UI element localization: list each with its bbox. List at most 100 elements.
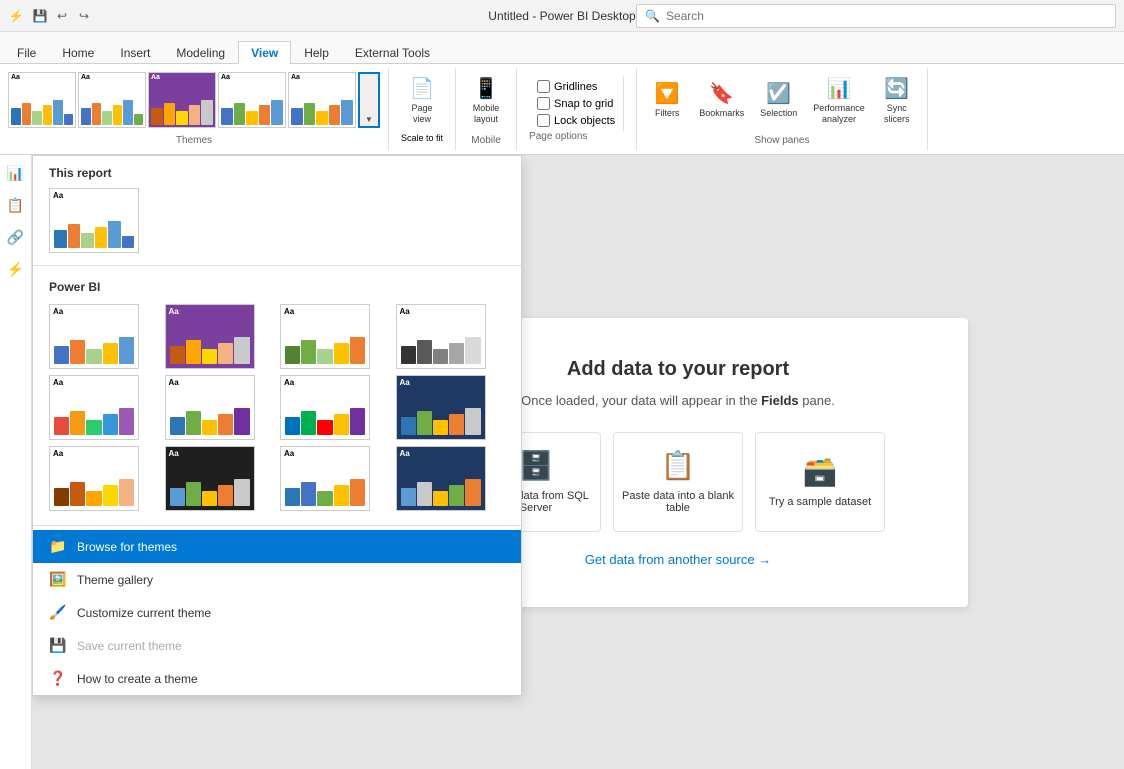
pbi-theme-9[interactable]: Aa <box>49 446 139 511</box>
search-bar[interactable]: 🔍 <box>636 4 1116 28</box>
performance-analyzer-icon: 📊 <box>827 76 852 101</box>
title-bar-left: ⚡ 💾 ↩ ↪ <box>8 8 92 24</box>
gridlines-checkbox[interactable]: Gridlines <box>537 80 615 93</box>
save-theme-label: Save current theme <box>77 639 182 653</box>
pbi-theme-6[interactable]: Aa <box>165 375 255 440</box>
pbi-theme-5[interactable]: Aa <box>49 375 139 440</box>
browse-themes-item[interactable]: 📁 Browse for themes <box>33 530 521 563</box>
theme-thumb-2[interactable]: Aa <box>78 72 146 128</box>
page-view-group: 📄 Pageview Scale to fit <box>389 68 456 150</box>
bookmarks-icon: 🔖 <box>709 81 734 106</box>
blank-table-icon: 📋 <box>661 449 696 482</box>
lock-objects-input[interactable] <box>537 114 550 127</box>
pbi-theme-11[interactable]: Aa <box>280 446 370 511</box>
themes-group-label: Themes <box>176 135 212 146</box>
snap-to-grid-checkbox[interactable]: Snap to grid <box>537 97 615 110</box>
tab-modeling[interactable]: Modeling <box>163 41 238 64</box>
sample-dataset-card[interactable]: 🗃️ Try a sample dataset <box>755 432 885 532</box>
show-panes-group: 🔽 Filters 🔖 Bookmarks ☑️ Selection 📊 Per… <box>637 68 928 150</box>
browse-themes-label: Browse for themes <box>77 540 177 554</box>
ribbon: File Home Insert Modeling View Help Exte… <box>0 32 1124 155</box>
window-title: Untitled - Power BI Desktop <box>488 9 635 23</box>
theme-thumb-5[interactable]: Aa <box>288 72 356 128</box>
sample-dataset-label: Try a sample dataset <box>769 496 871 508</box>
sample-dataset-icon: 🗃️ <box>803 455 838 488</box>
page-view-items: 📄 Pageview Scale to fit <box>397 72 447 145</box>
title-bar: ⚡ 💾 ↩ ↪ Untitled - Power BI Desktop 🔍 <box>0 0 1124 32</box>
theme-gallery-item[interactable]: 🖼️ Theme gallery <box>33 563 521 596</box>
save-theme-item: 💾 Save current theme <box>33 629 521 662</box>
performance-analyzer-button[interactable]: 📊 Performanceanalyzer <box>807 72 871 129</box>
this-report-section-label: This report <box>33 156 521 184</box>
tab-external-tools[interactable]: External Tools <box>342 41 443 64</box>
sidebar-icon-report[interactable]: 📊 <box>2 159 30 187</box>
redo-icon[interactable]: ↪ <box>76 8 92 24</box>
lock-objects-checkbox[interactable]: Lock objects <box>537 114 615 127</box>
main-area: 📊 📋 🔗 ⚡ Add data to your report Once loa… <box>0 155 1124 769</box>
scale-to-fit-button[interactable]: Scale to fit <box>397 131 447 145</box>
tab-file[interactable]: File <box>4 41 49 64</box>
get-data-link[interactable]: Get data from another source → <box>585 552 771 567</box>
sidebar-icon-data[interactable]: 📋 <box>2 191 30 219</box>
performance-analyzer-label: Performanceanalyzer <box>813 103 865 125</box>
theme-thumb-4[interactable]: Aa <box>218 72 286 128</box>
undo-icon[interactable]: ↩ <box>54 8 70 24</box>
selection-button[interactable]: ☑️ Selection <box>754 77 803 123</box>
tab-help[interactable]: Help <box>291 41 342 64</box>
chevron-down-icon: ▼ <box>365 115 373 124</box>
sql-server-icon: 🗄️ <box>519 449 554 482</box>
divider-1 <box>33 265 521 266</box>
mobile-layout-label: Mobilelayout <box>473 103 500 125</box>
blank-table-card[interactable]: 📋 Paste data into a blank table <box>613 432 743 532</box>
pbi-theme-7[interactable]: Aa <box>280 375 370 440</box>
bookmarks-label: Bookmarks <box>699 108 744 119</box>
fields-bold: Fields <box>761 393 799 408</box>
mobile-layout-icon: 📱 <box>474 76 499 101</box>
sync-slicers-icon: 🔄 <box>884 76 909 101</box>
lock-objects-label: Lock objects <box>554 115 615 127</box>
blank-table-label: Paste data into a blank table <box>614 490 742 514</box>
customize-theme-label: Customize current theme <box>77 606 211 620</box>
how-to-create-item[interactable]: ❓ How to create a theme <box>33 662 521 695</box>
pbi-theme-12[interactable]: Aa <box>396 446 486 511</box>
theme-dropdown-button[interactable]: ▼ <box>358 72 380 128</box>
powerbi-icon[interactable]: ⚡ <box>8 8 24 24</box>
theme-gallery-icon: 🖼️ <box>49 571 67 588</box>
snap-to-grid-label: Snap to grid <box>554 98 613 110</box>
tab-home[interactable]: Home <box>49 41 107 64</box>
sync-slicers-button[interactable]: 🔄 Syncslicers <box>875 72 919 129</box>
gridlines-input[interactable] <box>537 80 550 93</box>
theme-thumb-3[interactable]: Aa <box>148 72 216 128</box>
sidebar-icon-dax[interactable]: ⚡ <box>2 255 30 283</box>
sidebar-icon-model[interactable]: 🔗 <box>2 223 30 251</box>
customize-theme-icon: 🖌️ <box>49 604 67 621</box>
page-view-button[interactable]: 📄 Pageview <box>400 72 444 129</box>
theme-gallery-label: Theme gallery <box>77 573 153 587</box>
mobile-group: 📱 Mobilelayout Mobile <box>456 68 517 150</box>
search-input[interactable] <box>666 9 1107 23</box>
customize-theme-item[interactable]: 🖌️ Customize current theme <box>33 596 521 629</box>
bookmarks-button[interactable]: 🔖 Bookmarks <box>693 77 750 123</box>
tab-view[interactable]: View <box>238 41 291 64</box>
this-report-theme-1[interactable]: Aa <box>49 188 139 253</box>
show-panes-label: Show panes <box>754 135 809 146</box>
theme-thumb-1[interactable]: Aa <box>8 72 76 128</box>
sync-slicers-label: Syncslicers <box>884 103 910 125</box>
show-panes-items: 🔽 Filters 🔖 Bookmarks ☑️ Selection 📊 Per… <box>645 72 919 129</box>
tab-insert[interactable]: Insert <box>107 41 163 64</box>
canvas-area: Add data to your report Once loaded, you… <box>32 155 1124 769</box>
snap-to-grid-input[interactable] <box>537 97 550 110</box>
pbi-theme-1[interactable]: Aa <box>49 304 139 369</box>
save-icon[interactable]: 💾 <box>32 8 48 24</box>
this-report-themes: Aa <box>33 184 521 261</box>
pbi-theme-2[interactable]: Aa <box>165 304 255 369</box>
selection-icon: ☑️ <box>766 81 791 106</box>
pbi-theme-10[interactable]: Aa <box>165 446 255 511</box>
page-options-label: Page options <box>529 131 624 142</box>
pbi-theme-4[interactable]: Aa <box>396 304 486 369</box>
pbi-theme-3[interactable]: Aa <box>280 304 370 369</box>
filters-button[interactable]: 🔽 Filters <box>645 77 689 123</box>
mobile-layout-button[interactable]: 📱 Mobilelayout <box>464 72 508 129</box>
pbi-theme-8[interactable]: Aa <box>396 375 486 440</box>
selection-label: Selection <box>760 108 797 119</box>
